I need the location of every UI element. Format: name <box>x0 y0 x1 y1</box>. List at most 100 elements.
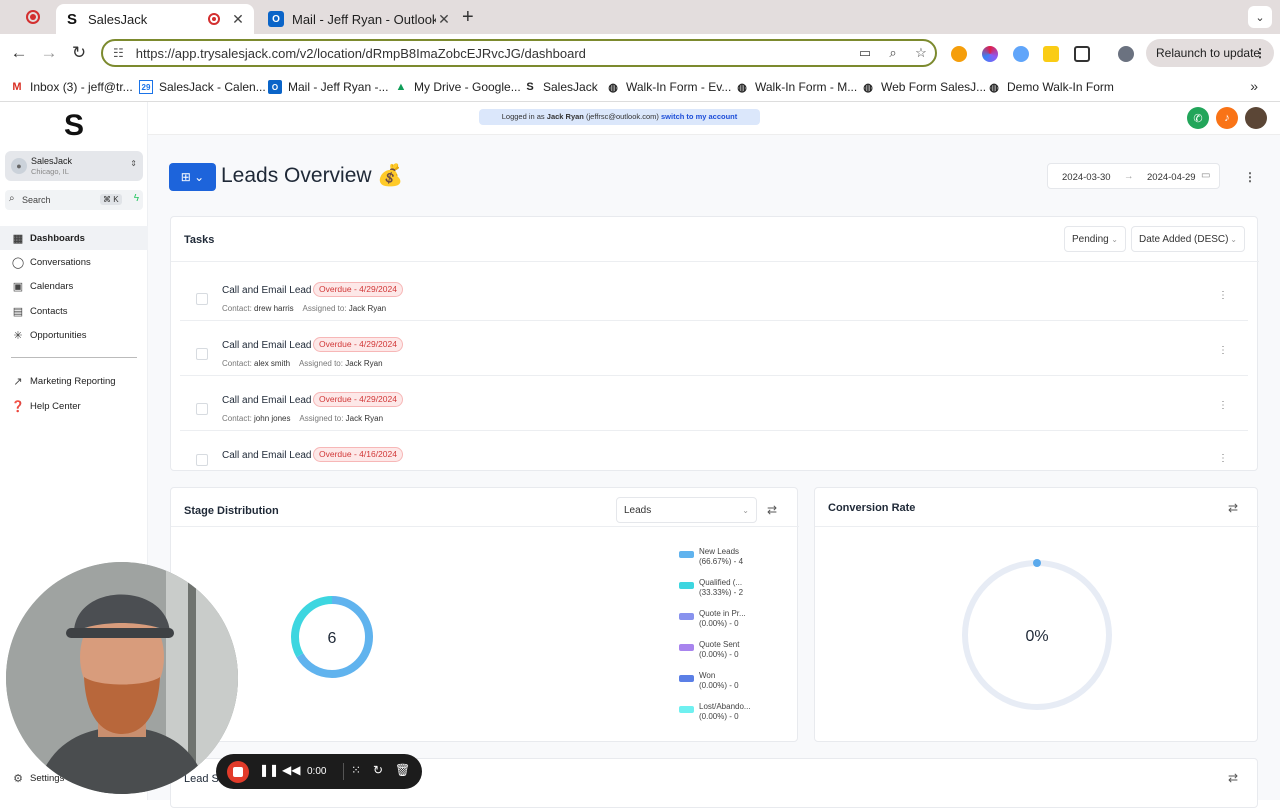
bookmark-webform[interactable]: ◍ Web Form SalesJ... <box>861 80 986 94</box>
gmail-icon: M <box>12 81 22 93</box>
switch-account-link[interactable]: switch to my account <box>661 112 737 121</box>
bookmark-demo-walkin[interactable]: ◍ Demo Walk-In Form <box>987 80 1114 94</box>
task-row[interactable]: Call and Email Lead Overdue - 4/29/2024 … <box>180 321 1248 376</box>
bookmark-salesjack[interactable]: S SalesJack <box>523 80 597 94</box>
assigned-label: Assigned to: <box>302 304 347 313</box>
bookmark-walkin-m[interactable]: ◍ Walk-In Form - M... <box>735 80 857 94</box>
task-menu-icon[interactable]: ⋮ <box>1218 453 1228 464</box>
legend-label: Quote in Pr... <box>699 609 746 618</box>
contact-name[interactable]: drew harris <box>254 304 294 313</box>
switch-chevron-icon: ⇕ <box>130 159 137 168</box>
quick-action-bolt-icon[interactable]: ϟ <box>134 193 139 204</box>
donut-total: 6 <box>328 630 337 647</box>
card-divider <box>815 526 1259 527</box>
bookmark-star-icon[interactable]: ☆ <box>907 45 935 61</box>
camera-icon[interactable]: ▭ <box>851 45 879 61</box>
date-start: 2024-03-30 <box>1062 172 1111 183</box>
account-name: SalesJack <box>31 156 73 166</box>
extension-orange-icon[interactable] <box>951 46 967 62</box>
money-bag-icon: 💰 <box>377 164 404 187</box>
relaunch-button[interactable]: Relaunch to update ⋮ <box>1146 39 1274 67</box>
rewind-icon[interactable]: ◀◀ <box>282 763 300 777</box>
overdue-badge: Overdue - 4/29/2024 <box>313 337 403 352</box>
account-switcher[interactable]: ● SalesJack Chicago, IL ⇕ <box>5 151 143 181</box>
sidebar-item-calendars[interactable]: ▣ Calendars <box>0 274 148 298</box>
sidebar-item-help-center[interactable]: ❓ Help Center <box>0 394 148 418</box>
tab-search-chevron-icon[interactable]: ⌄ <box>1248 6 1272 28</box>
browser-menu-icon[interactable]: ⋮ <box>1254 46 1266 60</box>
salesjack-logo[interactable]: S <box>58 110 90 142</box>
sidebar-item-contacts[interactable]: ▤ Contacts <box>0 299 148 323</box>
restart-icon[interactable]: ↻ <box>373 763 383 777</box>
task-status-filter[interactable]: Pending ⌄ <box>1064 226 1126 252</box>
sidebar-item-conversations[interactable]: ◯ Conversations <box>0 250 148 274</box>
address-bar[interactable]: ☷ https://app.trysalesjack.com/v2/locati… <box>101 39 937 67</box>
contact-name[interactable]: john jones <box>254 414 290 423</box>
extension-color-icon[interactable] <box>982 46 998 62</box>
search-label: Search <box>22 195 51 205</box>
task-checkbox[interactable] <box>196 403 208 415</box>
bookmark-drive[interactable]: ▲ My Drive - Google... <box>394 80 521 94</box>
task-checkbox[interactable] <box>196 293 208 305</box>
new-tab-icon[interactable]: + <box>462 6 474 29</box>
task-row[interactable]: Call and Email Lead Overdue - 4/16/2024 … <box>180 431 1248 471</box>
user-avatar[interactable] <box>1245 107 1267 129</box>
filter-settings-icon[interactable]: ⇄ <box>1228 771 1238 785</box>
extension-yellow-icon[interactable] <box>1043 46 1059 62</box>
browser-tab-bar: S SalesJack ✕ O Mail - Jeff Ryan - Outlo… <box>0 0 1280 34</box>
sidebar-item-opportunities[interactable]: ✳ Opportunities <box>0 323 148 347</box>
filter-settings-icon[interactable]: ⇄ <box>1228 501 1238 515</box>
task-row[interactable]: Call and Email Lead Overdue - 4/29/2024 … <box>180 266 1248 321</box>
tab-close-icon[interactable]: ✕ <box>230 11 246 28</box>
legend-value: (0.00%) - 0 <box>699 650 739 659</box>
gear-icon: ⚙ <box>13 772 23 785</box>
page-menu-icon[interactable]: ⋮ <box>1244 170 1256 184</box>
tab-outlook[interactable]: O Mail - Jeff Ryan - Outlook ✕ <box>262 4 458 34</box>
task-checkbox[interactable] <box>196 454 208 466</box>
tab-close-icon[interactable]: ✕ <box>436 11 452 28</box>
back-arrow-icon[interactable]: ← <box>8 42 30 64</box>
sidebar-item-dashboards[interactable]: ▦ Dashboards <box>0 226 148 250</box>
zoom-icon[interactable]: ⌕ <box>879 45 907 61</box>
outlook-icon: O <box>268 80 282 94</box>
pause-icon[interactable]: ❚❚ <box>259 763 279 777</box>
task-row[interactable]: Call and Email Lead Overdue - 4/29/2024 … <box>180 376 1248 431</box>
task-menu-icon[interactable]: ⋮ <box>1218 290 1228 301</box>
chevron-down-icon: ⌄ <box>1111 234 1118 244</box>
task-menu-icon[interactable]: ⋮ <box>1218 400 1228 411</box>
contact-name[interactable]: alex smith <box>254 359 290 368</box>
task-sort-filter[interactable]: Date Added (DESC) ⌄ <box>1131 226 1245 252</box>
trash-icon[interactable]: 🗑 <box>395 763 410 777</box>
task-meta: Contact: drew harris Assigned to: Jack R… <box>222 304 386 313</box>
filter-settings-icon[interactable]: ⇄ <box>767 503 777 517</box>
bookmarks-overflow-icon[interactable]: » <box>1250 78 1258 94</box>
task-sort-value: Date Added (DESC) <box>1139 233 1229 245</box>
reload-icon[interactable]: ↻ <box>68 42 90 64</box>
date-range-picker[interactable]: 2024-03-30 → 2024-04-29 ▭ <box>1047 163 1220 189</box>
profile-avatar[interactable] <box>1118 46 1134 62</box>
pipeline-select[interactable]: Leads ⌄ <box>616 497 757 523</box>
notification-bell-icon[interactable]: ♪ <box>1216 107 1238 129</box>
bookmark-gmail[interactable]: M Inbox (3) - jeff@tr... <box>10 80 132 94</box>
overdue-badge: Overdue - 4/16/2024 <box>313 447 403 462</box>
bookmark-walkin-ev[interactable]: ◍ Walk-In Form - Ev... <box>606 80 731 94</box>
dashboard-switcher-button[interactable]: ⊞ ⌄ <box>169 163 216 191</box>
bookmark-calendar[interactable]: 29 SalesJack - Calen... <box>139 80 266 94</box>
site-settings-icon[interactable]: ☷ <box>113 46 124 60</box>
extension-blue-icon[interactable] <box>1013 46 1029 62</box>
sidebar-search[interactable]: ⌕ Search ⌘ K ϟ <box>5 190 143 210</box>
layout-grid-icon: ⊞ <box>180 170 191 184</box>
grid-dots-icon[interactable]: ⁙ <box>351 763 361 777</box>
phone-icon[interactable]: ✆ <box>1187 107 1209 129</box>
task-menu-icon[interactable]: ⋮ <box>1218 345 1228 356</box>
login-prefix: Logged in as <box>501 112 545 121</box>
forward-arrow-icon[interactable]: → <box>38 42 60 64</box>
stop-recording-button[interactable] <box>227 761 249 783</box>
trend-icon: ↗ <box>13 375 23 388</box>
tab-salesjack[interactable]: S SalesJack ✕ <box>56 4 254 34</box>
task-checkbox[interactable] <box>196 348 208 360</box>
bookmark-mail[interactable]: O Mail - Jeff Ryan -... <box>268 80 388 94</box>
sidebar-item-marketing-reporting[interactable]: ↗ Marketing Reporting <box>0 369 148 393</box>
assigned-label: Assigned to: <box>298 359 343 368</box>
extensions-puzzle-icon[interactable] <box>1074 46 1090 62</box>
